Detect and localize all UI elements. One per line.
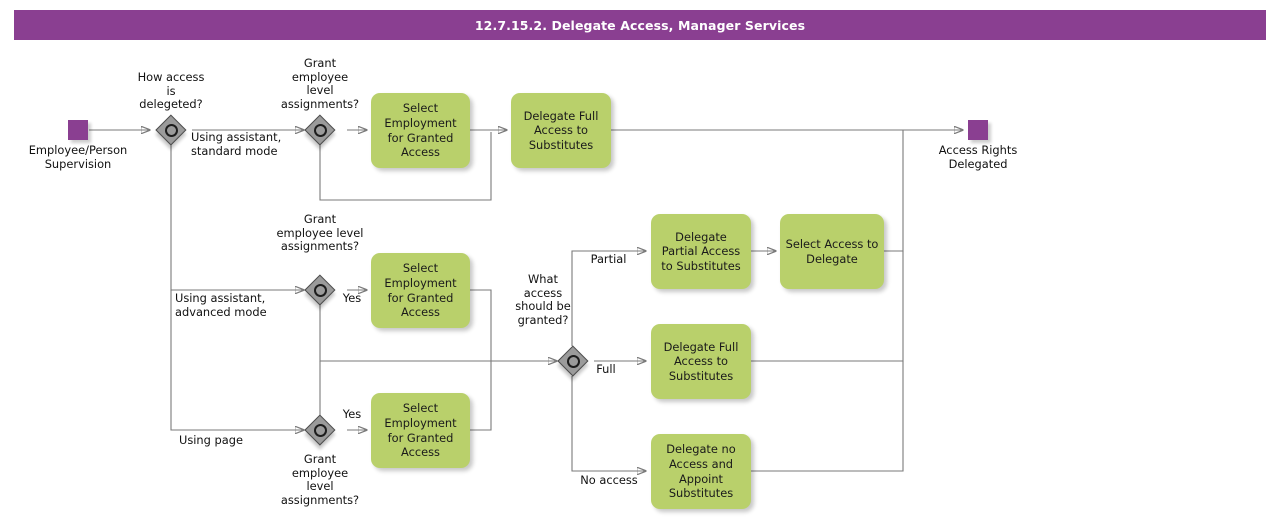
- gateway-circle-icon: [313, 283, 327, 297]
- task-delegate-full-access-granted[interactable]: Delegate Full Access to Substitutes: [651, 324, 751, 399]
- gateway-grant-page-label: Grant employee level assignments?: [280, 452, 360, 507]
- flow-label-no-access: No access: [580, 473, 638, 487]
- task-label: Select Employment for Granted Access: [384, 261, 457, 320]
- start-event-label: Employee/Person Supervision: [28, 143, 128, 171]
- task-delegate-full-access-standard[interactable]: Delegate Full Access to Substitutes: [511, 93, 611, 168]
- task-select-access-to-delegate[interactable]: Select Access to Delegate: [780, 214, 884, 289]
- gateway-grant-level-advanced[interactable]: [304, 274, 335, 305]
- task-select-employment-standard[interactable]: Select Employment for Granted Access: [371, 93, 470, 168]
- flow-select-to-rail: [884, 130, 904, 252]
- task-label: Delegate Partial Access to Substitutes: [661, 229, 741, 273]
- end-event-label: Access Rights Delegated: [938, 143, 1018, 171]
- start-event[interactable]: [68, 120, 88, 140]
- task-label: Select Access to Delegate: [785, 236, 879, 266]
- gateway-how-access-delegated[interactable]: [155, 114, 186, 145]
- gateway-grant-standard-label: Grant employee level assignments?: [280, 56, 360, 111]
- task-delegate-no-access[interactable]: Delegate no Access and Appoint Substitut…: [651, 434, 751, 509]
- gateway-how-access-label: How access is delegeted?: [137, 70, 205, 112]
- task-select-employment-page[interactable]: Select Employment for Granted Access: [371, 393, 470, 468]
- flow-label-advanced-mode: Using assistant, advanced mode: [175, 291, 267, 319]
- end-event[interactable]: [968, 120, 988, 140]
- gateway-what-access-granted[interactable]: [557, 345, 588, 376]
- flow-label-using-page: Using page: [179, 433, 243, 447]
- task-label: Select Employment for Granted Access: [384, 101, 457, 160]
- task-label: Select Employment for Granted Access: [384, 401, 457, 460]
- flow-task3-to-merge: [470, 361, 492, 431]
- gateway-circle-icon: [313, 423, 327, 437]
- gateway-circle-icon: [566, 354, 580, 368]
- task-select-employment-advanced[interactable]: Select Employment for Granted Access: [371, 253, 470, 328]
- flow-noaccess-branch: [571, 376, 646, 471]
- flow-label-full: Full: [596, 362, 616, 376]
- gateway-grant-level-page[interactable]: [304, 414, 335, 445]
- gateway-what-access-label: What access should be granted?: [515, 272, 571, 327]
- task-label: Delegate Full Access to Substitutes: [663, 339, 739, 383]
- flow-task2-to-merge: [470, 289, 492, 361]
- gateway-grant-advanced-label: Grant employee level assignments?: [276, 212, 364, 254]
- task-label: Delegate Full Access to Substitutes: [523, 108, 599, 152]
- flow-label-standard-mode: Using assistant, standard mode: [191, 130, 282, 158]
- gateway-circle-icon: [164, 123, 178, 137]
- flow-label-yes-advanced: Yes: [342, 291, 362, 305]
- task-label: Delegate no Access and Appoint Substitut…: [666, 442, 736, 501]
- task-delegate-partial-access[interactable]: Delegate Partial Access to Substitutes: [651, 214, 751, 289]
- diagram-canvas: 12.7.15.2. Delegate Access, Manager Serv…: [0, 0, 1280, 520]
- flow-label-yes-page: Yes: [342, 407, 362, 421]
- flow-noaccess-to-rail: [751, 361, 904, 472]
- flow-label-partial: Partial: [590, 252, 627, 266]
